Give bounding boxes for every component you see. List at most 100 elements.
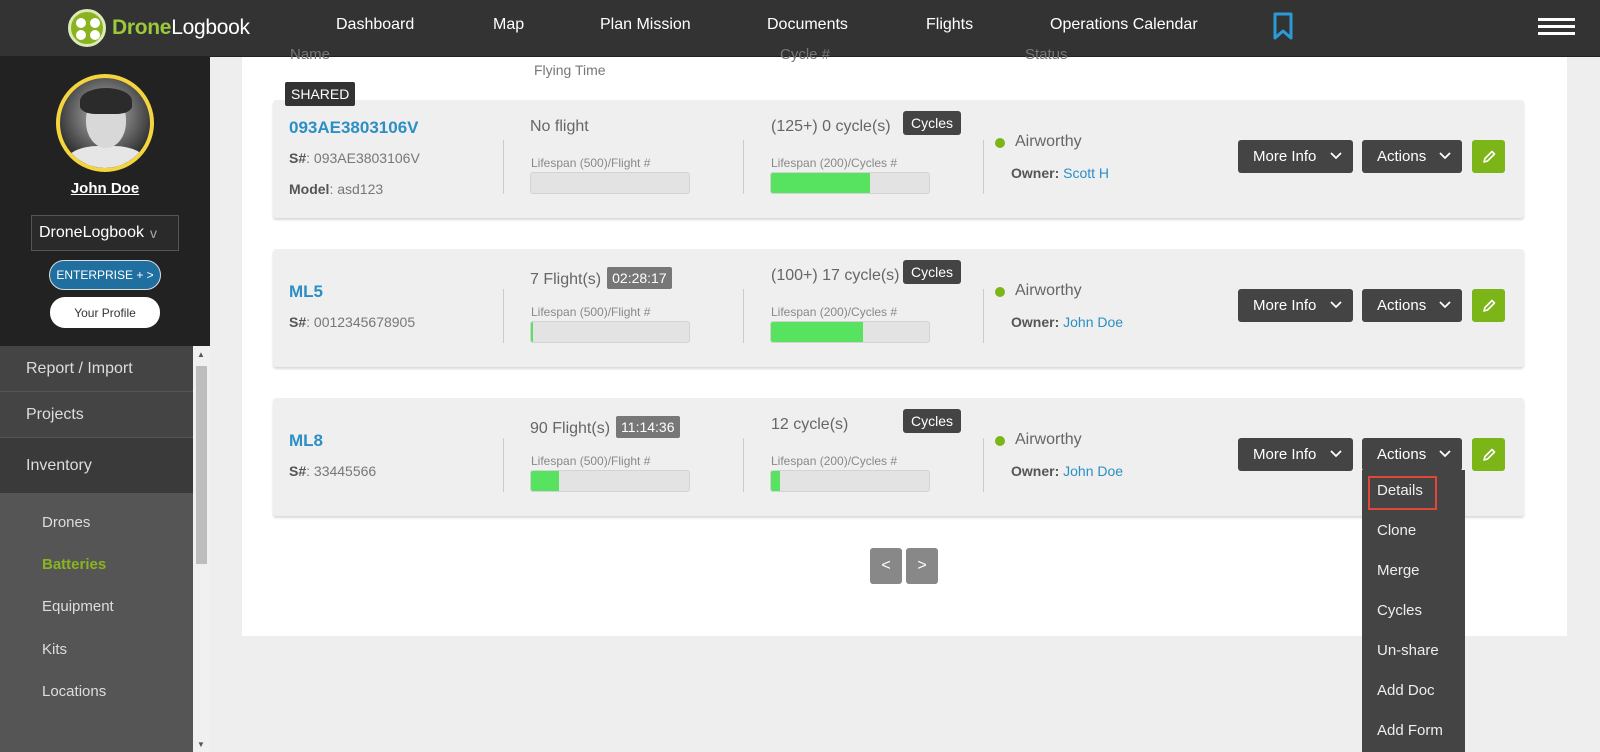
more-info-button[interactable]: More Info: [1238, 289, 1353, 322]
cycle-lifespan-bar: [770, 172, 930, 194]
battery-card: 093AE3803106V S#: 093AE3803106V Model: a…: [273, 100, 1524, 218]
user-name-link[interactable]: John Doe: [0, 180, 210, 197]
lifespan-flight-label: Lifespan (500)/Flight #: [531, 454, 651, 468]
nav-dashboard[interactable]: Dashboard: [336, 16, 414, 34]
more-info-button[interactable]: More Info: [1238, 438, 1353, 471]
pencil-icon: [1482, 299, 1495, 312]
edit-button[interactable]: [1472, 140, 1505, 173]
battery-name-link[interactable]: ML8: [289, 431, 323, 451]
cycle-count: (125+) 0 cycle(s): [771, 118, 891, 135]
status-text: Airworthy: [1015, 431, 1082, 448]
lifespan-cycles-label: Lifespan (200)/Cycles #: [771, 305, 898, 319]
logo-text: DroneLogbook: [112, 16, 250, 39]
cycle-lifespan-bar: [770, 321, 930, 343]
organization-select[interactable]: DroneLogbook v: [31, 215, 179, 251]
nav-plan-mission[interactable]: Plan Mission: [600, 16, 691, 34]
nav-operations-calendar[interactable]: Operations Calendar: [1050, 16, 1198, 34]
cycle-count: 12 cycle(s): [771, 416, 849, 433]
sidebar-item-report-import[interactable]: Report / Import: [0, 346, 193, 392]
battery-card: ML5 S#: 0012345678905 7 Flight(s) 02:28:1…: [273, 249, 1524, 367]
owner-link[interactable]: John Doe: [1063, 463, 1123, 479]
cycles-button[interactable]: Cycles: [903, 409, 962, 433]
cycles-button[interactable]: Cycles: [903, 260, 962, 284]
lifespan-cycles-label: Lifespan (200)/Cycles #: [771, 454, 898, 468]
chevron-down-icon: [1439, 152, 1451, 160]
column-header-status: Status: [1025, 46, 1068, 63]
dropdown-item-cycles[interactable]: Cycles: [1377, 602, 1422, 619]
cycle-lifespan-bar: [770, 470, 930, 492]
actions-button[interactable]: Actions: [1362, 140, 1462, 173]
sidebar-scrollbar[interactable]: ▲ ▼: [193, 346, 210, 752]
nav-map[interactable]: Map: [493, 16, 524, 34]
status-text: Airworthy: [1015, 282, 1082, 299]
flight-lifespan-bar: [530, 321, 690, 343]
bookmark-icon[interactable]: [1272, 12, 1294, 40]
battery-serial: S#: 33445566: [289, 463, 377, 479]
sidebar: John Doe DroneLogbook v ENTERPRISE + > Y…: [0, 57, 210, 752]
column-header-flying-time: Flying Time: [534, 62, 606, 78]
sidebar-item-equipment[interactable]: Equipment: [42, 598, 114, 615]
shared-badge: SHARED: [285, 82, 356, 106]
flight-count: 7 Flight(s) 02:28:17: [530, 267, 672, 289]
actions-button[interactable]: Actions: [1362, 438, 1462, 471]
status-dot-icon: [995, 287, 1005, 297]
pencil-icon: [1482, 448, 1495, 461]
pencil-icon: [1482, 150, 1495, 163]
dropdown-item-details[interactable]: Details: [1377, 482, 1423, 499]
column-header-name: Name: [290, 46, 331, 63]
scroll-up-arrow-icon[interactable]: ▲: [197, 350, 205, 359]
pagination-next-button[interactable]: >: [906, 548, 938, 584]
sidebar-item-batteries[interactable]: Batteries: [42, 556, 106, 573]
battery-name-link[interactable]: ML5: [289, 282, 323, 302]
dropdown-item-unshare[interactable]: Un-share: [1377, 642, 1439, 659]
chevron-down-icon: [1330, 450, 1342, 458]
lifespan-cycles-label: Lifespan (200)/Cycles #: [771, 156, 898, 170]
sidebar-item-drones[interactable]: Drones: [42, 514, 90, 531]
avatar[interactable]: [56, 74, 154, 172]
hamburger-menu-icon[interactable]: [1538, 18, 1575, 36]
dropdown-item-merge[interactable]: Merge: [1377, 562, 1420, 579]
dropdown-item-add-doc[interactable]: Add Doc: [1377, 682, 1435, 699]
flight-time-badge: 02:28:17: [607, 267, 672, 289]
battery-name-link[interactable]: 093AE3803106V: [289, 118, 419, 138]
sidebar-item-locations[interactable]: Locations: [42, 683, 106, 700]
battery-card: ML8 S#: 33445566 90 Flight(s) 11:14:36 Li…: [273, 398, 1524, 516]
app-logo[interactable]: DroneLogbook: [68, 7, 250, 49]
edit-button[interactable]: [1472, 289, 1505, 322]
more-info-button[interactable]: More Info: [1238, 140, 1353, 173]
scrollbar-thumb[interactable]: [196, 366, 207, 564]
sidebar-item-kits[interactable]: Kits: [42, 641, 67, 658]
nav-documents[interactable]: Documents: [767, 16, 848, 34]
nav-flights[interactable]: Flights: [926, 16, 973, 34]
owner-info: Owner: John Doe: [1011, 314, 1124, 330]
chevron-down-icon: [1439, 301, 1451, 309]
inventory-submenu: Drones Batteries Equipment Kits Location…: [0, 494, 193, 752]
edit-button[interactable]: [1472, 438, 1505, 471]
organization-select-value: DroneLogbook: [39, 224, 144, 241]
battery-serial: S#: 0012345678905: [289, 314, 416, 330]
owner-info: Owner: John Doe: [1011, 463, 1124, 479]
chevron-down-icon: [1330, 152, 1342, 160]
actions-button[interactable]: Actions: [1362, 289, 1462, 322]
flight-time-badge: 11:14:36: [616, 416, 680, 438]
status-dot-icon: [995, 436, 1005, 446]
cycles-button[interactable]: Cycles: [903, 111, 962, 135]
drone-logo-icon: [68, 9, 106, 47]
dropdown-item-clone[interactable]: Clone: [1377, 522, 1416, 539]
owner-link[interactable]: Scott H: [1063, 165, 1109, 181]
scroll-down-arrow-icon[interactable]: ▼: [197, 740, 205, 749]
enterprise-button[interactable]: ENTERPRISE + >: [49, 260, 161, 290]
sidebar-item-inventory[interactable]: Inventory: [0, 438, 193, 494]
chevron-down-icon: [1439, 450, 1451, 458]
your-profile-button[interactable]: Your Profile: [50, 297, 160, 328]
owner-info: Owner: Scott H: [1011, 165, 1110, 181]
sidebar-item-projects[interactable]: Projects: [0, 392, 193, 438]
lifespan-flight-label: Lifespan (500)/Flight #: [531, 156, 651, 170]
owner-link[interactable]: John Doe: [1063, 314, 1123, 330]
sidebar-menu: Report / Import Projects Inventory Drone…: [0, 346, 193, 752]
column-header-cycle: Cycle #: [780, 46, 831, 63]
status-text: Airworthy: [1015, 133, 1082, 150]
dropdown-item-add-form[interactable]: Add Form: [1377, 722, 1443, 739]
pagination-prev-button[interactable]: <: [870, 548, 902, 584]
cycle-count: (100+) 17 cycle(s): [771, 267, 900, 284]
